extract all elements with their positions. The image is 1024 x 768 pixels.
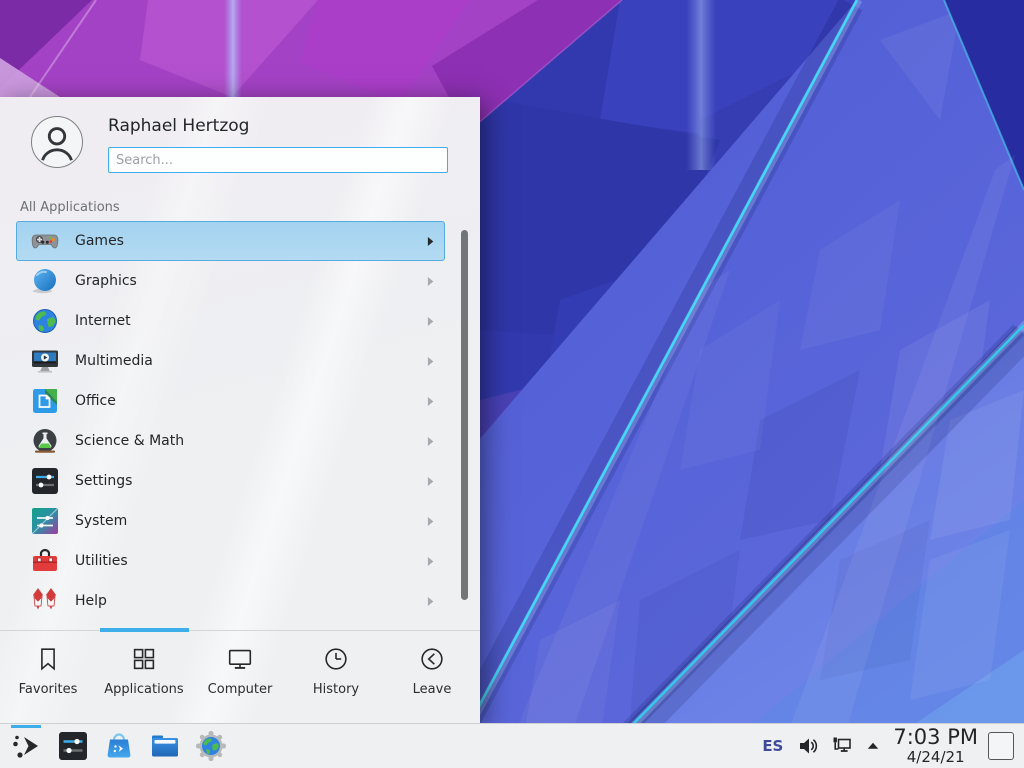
footer-tabs: Favorites Applications Computer History Leav… (0, 630, 480, 723)
submenu-arrow-icon (427, 356, 434, 367)
taskbar: ES 7:03 PM 4/24/21 (0, 723, 1024, 768)
scrollbar[interactable] (461, 230, 468, 600)
settings-sliders-icon (29, 465, 61, 497)
submenu-arrow-icon (427, 556, 434, 567)
category-row-office[interactable]: Office (16, 381, 445, 421)
tab-history[interactable]: History (288, 631, 384, 723)
application-launcher-menu: Raphael Hertzog All Applications Games Gr… (0, 97, 480, 723)
science-flask-icon (29, 425, 61, 457)
tab-label: Leave (413, 682, 452, 697)
tray-icons (797, 735, 891, 757)
grid-icon (129, 644, 159, 674)
category-row-internet[interactable]: Internet (16, 301, 445, 341)
tab-label: Applications (104, 682, 183, 697)
volume-icon[interactable] (797, 735, 819, 757)
office-documents-icon (29, 385, 61, 417)
monitor-icon (225, 644, 255, 674)
search-input[interactable] (108, 147, 448, 173)
submenu-arrow-icon (427, 396, 434, 407)
kde-launcher-icon (10, 729, 44, 763)
category-row-help[interactable]: Help (16, 581, 445, 621)
taskbar-system-settings[interactable] (54, 727, 92, 765)
launcher-active-indicator (11, 725, 41, 728)
launcher-header: Raphael Hertzog (0, 97, 480, 190)
submenu-arrow-icon (427, 276, 434, 287)
help-icon (29, 585, 61, 617)
category-label: Settings (75, 473, 132, 489)
network-icon[interactable] (831, 735, 853, 757)
category-label: Help (75, 593, 107, 609)
category-row-science-math[interactable]: Science & Math (16, 421, 445, 461)
system-sliders-icon (29, 505, 61, 537)
tab-computer[interactable]: Computer (192, 631, 288, 723)
dolphin-folder-icon (148, 729, 182, 763)
submenu-arrow-icon (427, 316, 434, 327)
submenu-arrow-icon (427, 516, 434, 527)
system-tray: ES 7:03 PM 4/24/21 (762, 727, 1016, 765)
submenu-arrow-icon (427, 596, 434, 607)
category-label: Multimedia (75, 353, 153, 369)
category-label: Office (75, 393, 116, 409)
tab-label: Favorites (19, 682, 78, 697)
taskbar-file-manager[interactable] (146, 727, 184, 765)
category-row-multimedia[interactable]: Multimedia (16, 341, 445, 381)
tab-leave[interactable]: Leave (384, 631, 480, 723)
keyboard-layout-indicator[interactable]: ES (762, 737, 783, 755)
category-row-settings[interactable]: Settings (16, 461, 445, 501)
taskbar-apps (54, 727, 238, 765)
active-tab-indicator (100, 628, 189, 632)
taskbar-web-browser[interactable] (192, 727, 230, 765)
show-desktop-button[interactable] (988, 732, 1014, 760)
category-label: System (75, 513, 127, 529)
user-name: Raphael Hertzog (108, 116, 249, 136)
category-label: Internet (75, 313, 131, 329)
leave-icon (417, 644, 447, 674)
user-avatar[interactable] (31, 116, 83, 168)
graphics-sphere-icon (29, 265, 61, 297)
tab-applications[interactable]: Applications (96, 631, 192, 723)
globe-gear-icon (194, 729, 228, 763)
category-row-games[interactable]: Games (16, 221, 445, 261)
expand-tray-icon[interactable] (865, 738, 881, 754)
clock-icon (321, 644, 351, 674)
multimedia-monitor-icon (29, 345, 61, 377)
clock-date: 4/24/21 (893, 750, 978, 765)
category-label: Utilities (75, 553, 128, 569)
clock-time: 7:03 PM (893, 727, 978, 748)
desktop[interactable]: Raphael Hertzog All Applications Games Gr… (0, 0, 1024, 768)
submenu-arrow-icon (427, 436, 434, 447)
submenu-arrow-icon (427, 236, 434, 247)
section-label: All Applications (20, 200, 120, 215)
tab-favorites[interactable]: Favorites (0, 631, 96, 723)
category-label: Games (75, 233, 124, 249)
bookmark-icon (33, 644, 63, 674)
discover-icon (102, 729, 136, 763)
digital-clock[interactable]: 7:03 PM 4/24/21 (893, 727, 978, 765)
taskbar-application-launcher[interactable] (8, 727, 46, 765)
gamepad-icon (29, 225, 61, 257)
category-row-graphics[interactable]: Graphics (16, 261, 445, 301)
category-list: Games Graphics Internet Multimedia Office Sci… (16, 221, 445, 630)
utilities-toolbox-icon (29, 545, 61, 577)
globe-icon (29, 305, 61, 337)
tab-label: Computer (208, 682, 273, 697)
system-settings-icon (56, 729, 90, 763)
submenu-arrow-icon (427, 476, 434, 487)
user-avatar-icon (32, 117, 82, 167)
category-row-utilities[interactable]: Utilities (16, 541, 445, 581)
category-label: Science & Math (75, 433, 184, 449)
taskbar-discover[interactable] (100, 727, 138, 765)
category-label: Graphics (75, 273, 137, 289)
tab-label: History (313, 682, 359, 697)
category-row-system[interactable]: System (16, 501, 445, 541)
